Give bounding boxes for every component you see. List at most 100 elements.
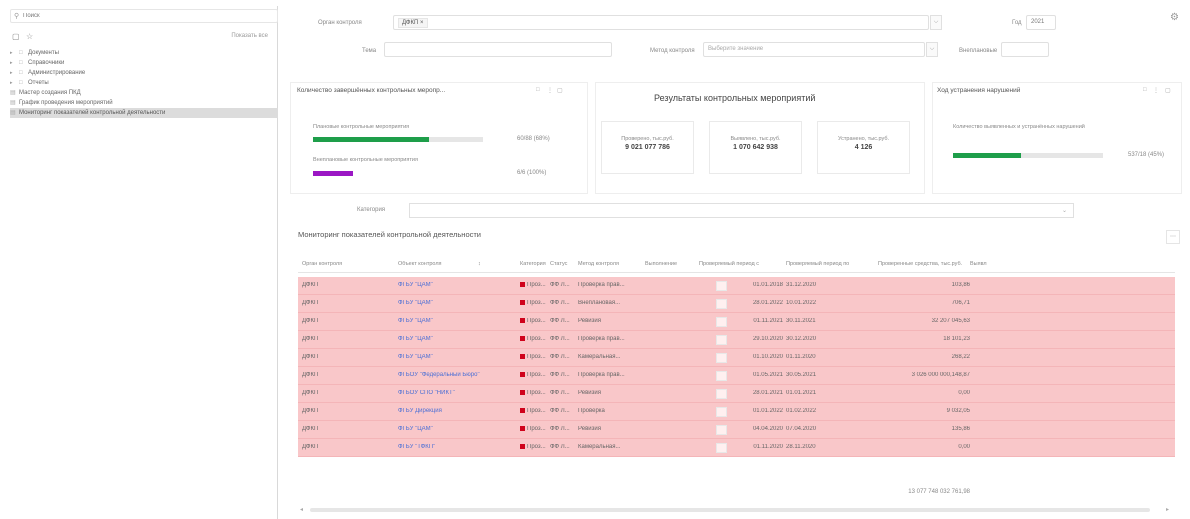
cell-object[interactable]: ФГБУ "ТФКП" xyxy=(398,444,486,450)
table-row[interactable]: ДФКП ФГБОУ "Федеральный Бюро" Проз... ФФ Л.… xyxy=(298,367,1175,385)
completion-checkbox[interactable] xyxy=(716,389,727,399)
completion-checkbox[interactable] xyxy=(716,317,727,327)
completion-checkbox[interactable] xyxy=(716,443,727,453)
cell-text: ФФ Л... xyxy=(550,408,570,414)
category-square-icon xyxy=(520,354,525,359)
completion-checkbox[interactable] xyxy=(716,425,727,435)
more-icon[interactable]: ⋮ xyxy=(547,87,553,94)
gear-icon[interactable]: ⚙ xyxy=(1170,12,1179,23)
chevron-right-icon[interactable]: ▸ xyxy=(10,58,19,68)
year-select[interactable]: 2021 xyxy=(1026,15,1056,30)
completion-checkbox[interactable] xyxy=(716,407,727,417)
category-select[interactable]: ⌄ xyxy=(409,203,1074,218)
show-all-link[interactable]: Показать все xyxy=(231,33,268,39)
star-icon[interactable]: ☆ xyxy=(26,32,33,41)
cell-object[interactable]: ФГБУ "ЦАМ" xyxy=(398,354,486,360)
table-row[interactable]: ДФКП ФГБУ Дирекция Проз... ФФ Л... Проверка 0… xyxy=(298,403,1175,421)
column-header[interactable]: Проверенные средства, тыс.руб. xyxy=(878,261,970,267)
column-header[interactable]: Выполнение xyxy=(645,261,700,267)
expand-icon[interactable]: □ xyxy=(1143,87,1147,93)
table-row[interactable]: ДФКП ФГБУ "ЦАМ" Проз... ФФ Л... Внеплановая.… xyxy=(298,295,1175,313)
table-row[interactable]: ДФКП ФГБОУ СПО "НИКТ" Проз... ФФ Л... Ревизи… xyxy=(298,385,1175,403)
cell-object[interactable]: ФГБОУ СПО "НИКТ" xyxy=(398,390,486,396)
scrollbar-track[interactable] xyxy=(310,508,1150,512)
table-row[interactable]: ДФКП ФГБУ "ЦАМ" Проз... ФФ Л... Проверка пра… xyxy=(298,277,1175,295)
sidebar-search[interactable]: ⚲ xyxy=(10,9,278,23)
expand-icon[interactable]: □ xyxy=(536,87,540,93)
sidebar-item-documents[interactable]: ▸ □ Документы xyxy=(10,48,278,58)
chevron-down-icon[interactable]: ⌵ xyxy=(930,15,942,30)
cell-amount: 9 032,05 xyxy=(858,408,970,414)
chevron-right-icon[interactable]: ▸ xyxy=(10,48,19,58)
cell-text: Проверка прав... xyxy=(578,372,625,378)
horizontal-scrollbar[interactable]: ◂ ▸ xyxy=(298,506,1175,514)
sort-icon[interactable]: ↕ xyxy=(478,261,488,267)
table-row[interactable]: ДФКП ФГБУ "ЦАМ" Проз... ФФ Л... Ревизия 01.11… xyxy=(298,313,1175,331)
widget-title: Ход устранения нарушений xyxy=(937,87,1021,94)
cell-object[interactable]: ФГБУ Дирекция xyxy=(398,408,486,414)
org-select[interactable]: ДФКП × xyxy=(393,15,929,30)
cell-amount: 18 101,23 xyxy=(858,336,970,342)
cell-text: ФГБУ "ЦАМ" xyxy=(398,336,433,342)
square-icon[interactable]: ▢ xyxy=(12,32,20,41)
completion-checkbox[interactable] xyxy=(716,335,727,345)
cell-text: 01.11.2020 xyxy=(786,354,816,360)
scroll-right-icon[interactable]: ▸ xyxy=(1166,506,1169,513)
sidebar-item-schedule[interactable]: ▤ График проведения мероприятий xyxy=(10,98,278,108)
completion-checkbox[interactable] xyxy=(716,371,727,381)
collapse-icon[interactable]: ▢ xyxy=(1165,87,1171,94)
scroll-left-icon[interactable]: ◂ xyxy=(300,506,303,513)
cell-object[interactable]: ФГБУ "ЦАМ" xyxy=(398,318,486,324)
collapse-icon[interactable]: ▢ xyxy=(557,87,563,94)
violations-progress-fill xyxy=(953,153,1021,158)
sidebar-item-references[interactable]: ▸ □ Справочники xyxy=(10,58,278,68)
sidebar-item-monitoring[interactable]: ▤ Мониторинг показателей контрольной деят… xyxy=(10,108,278,118)
cell-text: ФФ Л... xyxy=(550,444,570,450)
close-icon[interactable]: × xyxy=(420,20,424,26)
completion-checkbox[interactable] xyxy=(716,353,727,363)
cell-text: ФГБУ "ЦАМ" xyxy=(398,354,433,360)
search-input[interactable] xyxy=(23,11,263,21)
sidebar-item-reports[interactable]: ▸ □ Отчеты xyxy=(10,78,278,88)
cell-method: Ревизия xyxy=(578,390,642,396)
column-header[interactable]: Выявл xyxy=(970,261,990,267)
folder-icon: □ xyxy=(19,70,23,76)
column-header[interactable]: Метод контроля xyxy=(578,261,643,267)
chevron-down-icon[interactable]: ⌄ xyxy=(1062,207,1067,214)
table-row[interactable]: ДФКП ФГБУ "ЦАМ" Проз... ФФ Л... Проверка пра… xyxy=(298,331,1175,349)
column-header[interactable]: Объект контроля xyxy=(398,261,488,267)
cell-to: 01.02.2022 xyxy=(786,408,858,414)
table-row[interactable]: ДФКП ФГБУ "ЦАМ" Проз... ФФ Л... Ревизия 04.04… xyxy=(298,421,1175,439)
column-header[interactable]: Категория xyxy=(520,261,550,267)
method-select[interactable]: Выберите значение xyxy=(703,42,925,57)
widget-violations: Ход устранения нарушений □ ⋮ ▢ Количеств… xyxy=(932,82,1182,194)
unplanned-value: 6/6 (100%) xyxy=(517,170,547,176)
cell-object[interactable]: ФГБУ "ЦАМ" xyxy=(398,282,486,288)
cell-object[interactable]: ФГБОУ "Федеральный Бюро" xyxy=(398,372,486,378)
card-label: Выявлено, тыс.руб. xyxy=(730,136,781,142)
cell-to: 10.01.2022 xyxy=(786,300,858,306)
column-header[interactable]: Статус xyxy=(550,261,580,267)
sidebar-item-pkd-wizard[interactable]: ▤ Мастер создания ПКД xyxy=(10,88,278,98)
completion-checkbox[interactable] xyxy=(716,299,727,309)
topic-input[interactable] xyxy=(384,42,612,57)
more-icon[interactable]: ⋮ xyxy=(1153,87,1159,94)
column-header[interactable]: Проверяемый период с xyxy=(699,261,783,267)
column-header[interactable]: Проверяемый период по xyxy=(786,261,873,267)
org-chip[interactable]: ДФКП × xyxy=(398,18,428,28)
table-row[interactable]: ДФКП ФГБУ "ЦАМ" Проз... ФФ Л... Камеральная.… xyxy=(298,349,1175,367)
more-icon[interactable]: ⋯ xyxy=(1166,230,1180,244)
chevron-down-icon[interactable]: ⌵ xyxy=(926,42,938,57)
completion-checkbox[interactable] xyxy=(716,281,727,291)
cell-object[interactable]: ФГБУ "ЦАМ" xyxy=(398,300,486,306)
chevron-right-icon[interactable]: ▸ xyxy=(10,68,19,78)
table-row[interactable]: ДФКП ФГБУ "ТФКП" Проз... ФФ Л... Камеральная… xyxy=(298,439,1175,457)
cell-object[interactable]: ФГБУ "ЦАМ" xyxy=(398,426,486,432)
column-header[interactable]: Орган контроля xyxy=(302,261,382,267)
external-select[interactable] xyxy=(1001,42,1049,57)
cell-object[interactable]: ФГБУ "ЦАМ" xyxy=(398,336,486,342)
cell-text: Ревизия xyxy=(578,426,601,432)
chevron-right-icon[interactable]: ▸ xyxy=(10,78,19,88)
cell-category: Проз... xyxy=(520,354,550,360)
sidebar-item-administration[interactable]: ▸ □ Администрирование xyxy=(10,68,278,78)
